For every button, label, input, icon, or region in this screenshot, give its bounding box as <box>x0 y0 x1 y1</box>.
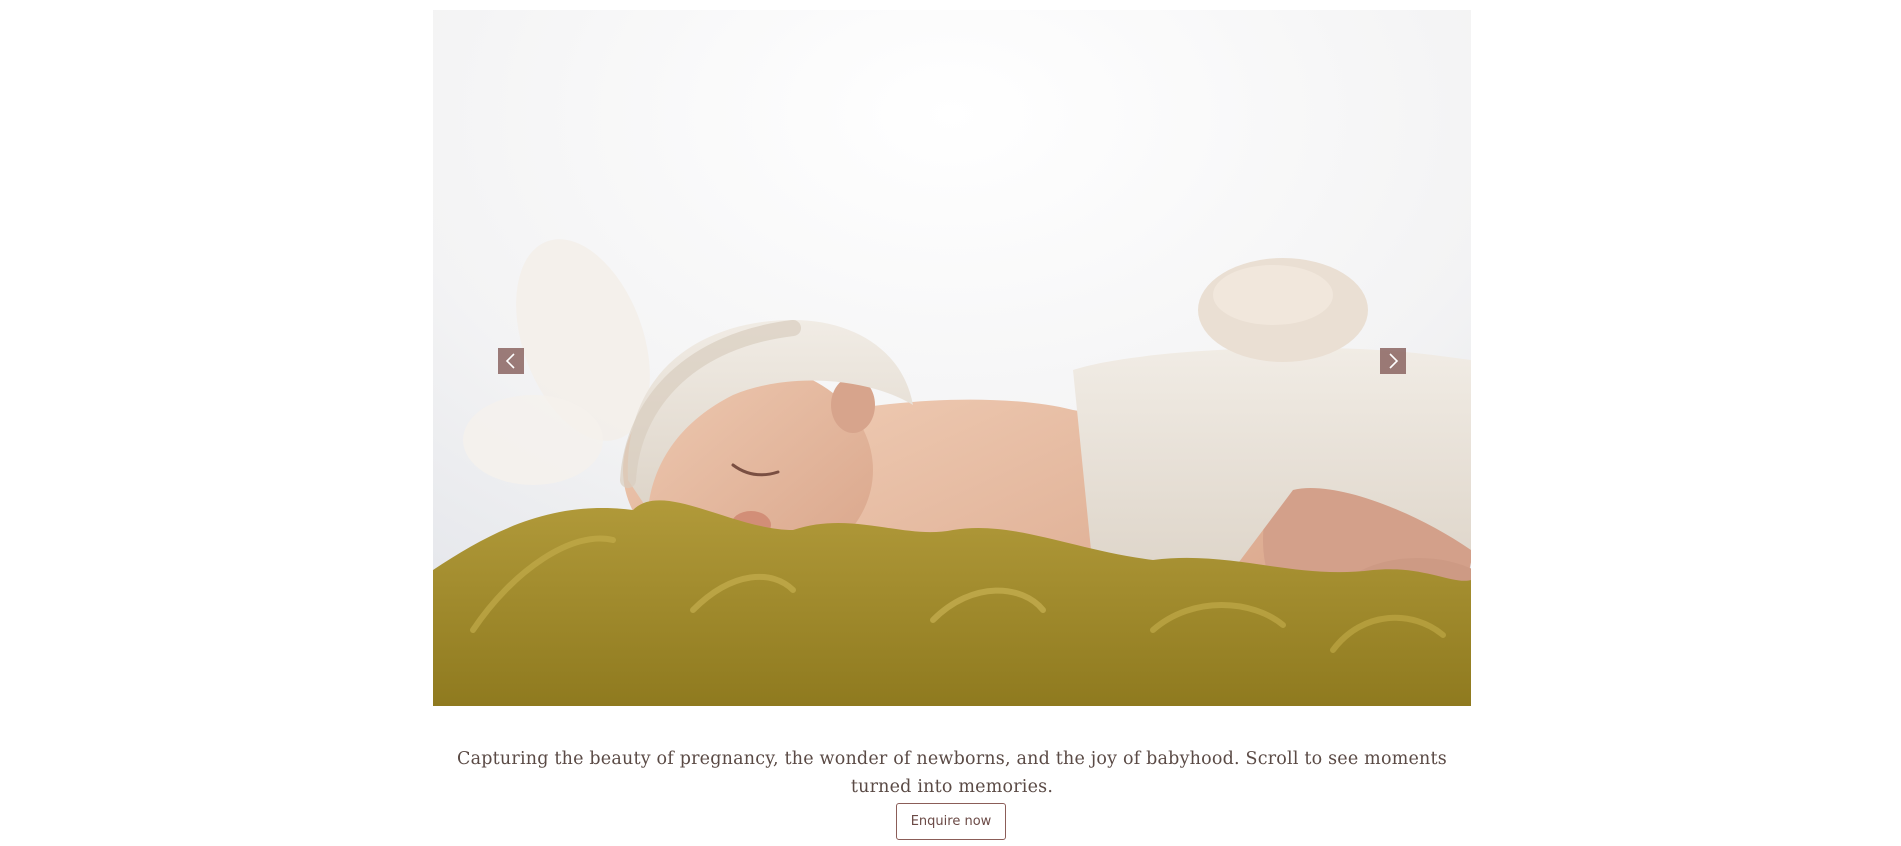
enquire-now-button[interactable]: Enquire now <box>896 803 1006 840</box>
intro-caption: Capturing the beauty of pregnancy, the w… <box>457 748 1447 797</box>
chevron-left-icon <box>505 353 515 369</box>
image-slider[interactable] <box>433 10 1471 706</box>
slider-next-button[interactable] <box>1380 348 1406 374</box>
slider-prev-button[interactable] <box>498 348 524 374</box>
slide-photo <box>433 10 1471 706</box>
chevron-right-icon <box>1389 353 1399 369</box>
